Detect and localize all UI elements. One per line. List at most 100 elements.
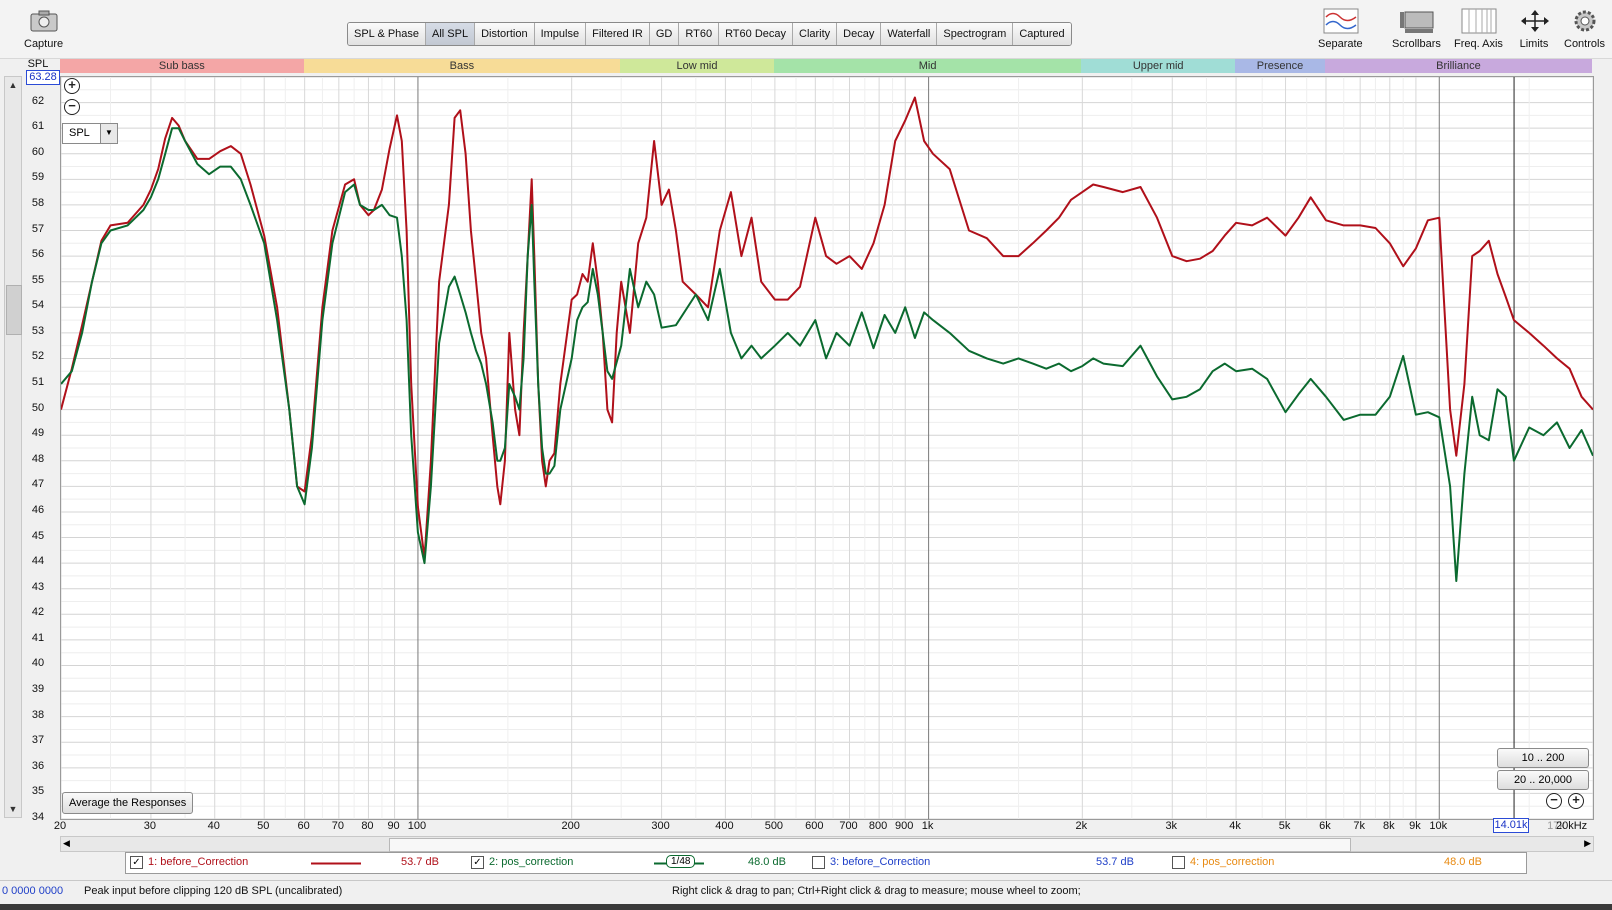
tab-gd[interactable]: GD: [649, 23, 680, 45]
scroll-right-arrow-icon[interactable]: ▶: [1584, 838, 1591, 849]
y-tick-label: 60: [31, 145, 45, 158]
x-zoom-in-icon[interactable]: +: [1568, 793, 1584, 809]
vertical-scrollbar[interactable]: ▲ ▼: [4, 76, 22, 818]
band-presence: Presence: [1235, 59, 1325, 73]
separate-label: Separate: [1318, 38, 1363, 50]
scroll-up-arrow-icon[interactable]: ▲: [7, 79, 19, 91]
x-tick-label: 50: [257, 820, 270, 832]
y-tick-label: 54: [31, 299, 45, 312]
legend-4-checkbox[interactable]: [1172, 856, 1185, 869]
x-tick-label: 40: [207, 820, 220, 832]
x-tick-label: 700: [839, 820, 858, 832]
x-tick-label: 5k: [1278, 820, 1291, 832]
y-tick-label: 52: [31, 350, 45, 363]
y-tick-label: 36: [31, 759, 45, 772]
tab-filtered-ir[interactable]: Filtered IR: [586, 23, 650, 45]
x-axis-labels: 20 30 40 50 60 70 80 90 100 200 300 400 500 600 700 800…: [54, 818, 1592, 834]
x-tick-label: 2k: [1075, 820, 1088, 832]
status-bar: 0 0000 0000 Peak input before clipping 1…: [0, 880, 1612, 905]
legend-2-value: 48.0 dB: [748, 856, 786, 868]
tab-impulse[interactable]: Impulse: [534, 23, 587, 45]
x-tick-label: 10k: [1429, 820, 1448, 832]
status-hint-text: Right click & drag to pan; Ctrl+Right cl…: [672, 885, 1081, 897]
legend-2-checkbox[interactable]: ✓: [471, 856, 484, 869]
scroll-down-arrow-icon[interactable]: ▼: [7, 803, 19, 815]
horizontal-scroll-thumb[interactable]: [389, 838, 1351, 852]
band-upper-mid: Upper mid: [1081, 59, 1236, 73]
y-tick-label: 41: [31, 631, 45, 644]
band-bass: Bass: [303, 59, 621, 73]
y-tick-label: 57: [31, 222, 45, 235]
scroll-left-arrow-icon[interactable]: ◀: [63, 838, 70, 849]
limits-button[interactable]: Limits: [1517, 8, 1551, 50]
y-cursor-readout: 63.28: [26, 70, 60, 85]
x-tick-label: 60: [297, 820, 310, 832]
x-tick-label: 500: [764, 820, 784, 832]
band-mid: Mid: [773, 59, 1082, 73]
average-responses-button[interactable]: Average the Responses: [62, 792, 194, 814]
legend-2-name: 2: pos_correction: [489, 856, 574, 868]
x-tick-label: 30: [143, 820, 157, 832]
tab-captured[interactable]: Captured: [1013, 23, 1071, 45]
bottom-strip: [0, 904, 1612, 910]
scrollbars-button[interactable]: Scrollbars: [1392, 8, 1441, 50]
x-tick-label: 90: [387, 820, 400, 832]
band-sub-bass: Sub bass: [60, 59, 304, 73]
tab-rt60[interactable]: RT60: [679, 23, 720, 45]
y-tick-label: 35: [31, 785, 45, 798]
y-tick-label: 49: [31, 427, 45, 440]
separate-button[interactable]: Separate: [1318, 8, 1363, 50]
legend-4-value: 48.0 dB: [1444, 856, 1482, 868]
x-tick-label: 8k: [1382, 820, 1395, 832]
scrollbars-label: Scrollbars: [1392, 38, 1441, 50]
horizontal-scrollbar[interactable]: ◀ ▶: [60, 836, 1594, 852]
tab-waterfall[interactable]: Waterfall: [881, 23, 938, 45]
mode-select[interactable]: SPL ▼: [62, 123, 118, 144]
chevron-down-icon: ▼: [100, 124, 117, 143]
x-tick-label: 100: [407, 820, 427, 832]
y-tick-label: 44: [31, 555, 45, 568]
x-zoom-out-icon[interactable]: −: [1546, 793, 1562, 809]
legend-3-value: 53.7 dB: [1096, 856, 1134, 868]
range-20-20000-button[interactable]: 20 .. 20,000: [1497, 770, 1589, 790]
y-tick-label: 50: [31, 401, 45, 414]
freq-axis-button[interactable]: Freq. Axis: [1454, 8, 1503, 50]
y-tick-label: 47: [31, 478, 45, 491]
y-tick-label: 39: [31, 683, 45, 696]
tab-distortion[interactable]: Distortion: [475, 23, 535, 45]
legend-2-smoothing[interactable]: 1/48: [666, 855, 696, 868]
zoom-in-icon[interactable]: +: [64, 78, 80, 94]
y-tick-label: 51: [31, 376, 45, 389]
legend-3-checkbox[interactable]: [812, 856, 825, 869]
y-tick-label: 48: [31, 452, 45, 465]
tab-spectrogram[interactable]: Spectrogram: [937, 23, 1014, 45]
tab-spl-phase[interactable]: SPL & Phase: [348, 23, 427, 45]
x-tick-label: 800: [868, 820, 888, 832]
tab-decay[interactable]: Decay: [837, 23, 882, 45]
x-tick-label: 300: [651, 820, 670, 832]
zoom-out-icon[interactable]: −: [64, 99, 80, 115]
spl-graph[interactable]: [60, 76, 1594, 820]
capture-label: Capture: [24, 38, 64, 50]
y-tick-label: 61: [31, 120, 45, 133]
y-tick-label: 37: [31, 734, 45, 747]
mode-select-value: SPL: [69, 127, 90, 139]
legend-1-checkbox[interactable]: ✓: [130, 856, 143, 869]
y-tick-label: 40: [31, 657, 45, 670]
x-tick-label: 20: [53, 820, 67, 832]
freq-axis-label: Freq. Axis: [1454, 38, 1503, 50]
y-tick-label: 59: [31, 171, 45, 184]
y-tick-label: 43: [31, 580, 45, 593]
series-line-2: [61, 127, 1593, 582]
tab-clarity[interactable]: Clarity: [793, 23, 838, 45]
legend-4-name: 4: pos_correction: [1190, 856, 1275, 868]
tab-all-spl[interactable]: All SPL: [426, 23, 476, 45]
y-tick-label: 62: [31, 94, 45, 107]
range-10-200-button[interactable]: 10 .. 200: [1497, 748, 1589, 768]
band-brilliance: Brilliance: [1324, 59, 1592, 73]
controls-button[interactable]: Controls: [1564, 8, 1605, 50]
y-tick-label: 55: [31, 273, 45, 286]
camera-icon: [27, 8, 61, 34]
capture-button[interactable]: Capture: [24, 8, 63, 50]
tab-rt60-decay[interactable]: RT60 Decay: [719, 23, 793, 45]
